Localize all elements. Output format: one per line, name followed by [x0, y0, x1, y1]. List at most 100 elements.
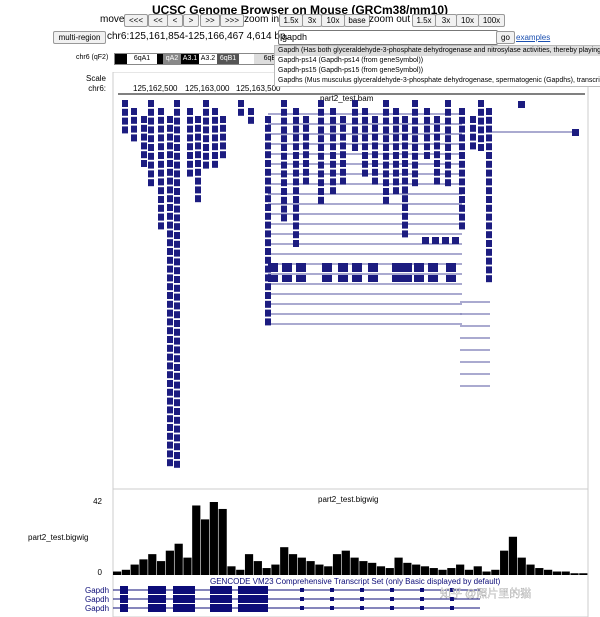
read-block: [174, 117, 180, 125]
zoom-in-1-5x-button[interactable]: 1.5x: [279, 14, 303, 27]
read-block: [281, 144, 287, 151]
transcript-utr: [300, 606, 304, 610]
read-block: [167, 309, 173, 317]
search-input[interactable]: gapdh: [278, 30, 498, 45]
read-block: [167, 283, 173, 291]
read-block: [167, 248, 173, 255]
ideogram-band: A3.1: [181, 54, 199, 64]
read-block: [318, 100, 324, 107]
read-block: [265, 309, 271, 317]
read-block: [158, 160, 164, 168]
zoom-in-3x-button[interactable]: 3x: [302, 14, 322, 27]
read-block: [362, 125, 368, 133]
ideogram-chrom-label: chr6 (qF2): [76, 54, 109, 61]
read-block: [265, 133, 271, 141]
read-block: [293, 222, 299, 230]
move-label: move: [100, 14, 125, 25]
read-block: [174, 188, 180, 195]
read-block: [470, 133, 476, 141]
read-block: [442, 237, 449, 244]
read-block: [393, 116, 399, 124]
read-block: [174, 161, 180, 169]
gencode-transcripts: [113, 586, 480, 612]
bigwig-bar: [456, 564, 465, 575]
read-block: [318, 196, 324, 204]
read-block: [220, 133, 226, 141]
track-image[interactable]: Scale chr6: 125,162,500 125,163,000 125,…: [0, 72, 600, 617]
move-far-right-button[interactable]: >>>: [220, 14, 244, 27]
read-block: [293, 204, 299, 212]
read-block: [372, 177, 378, 185]
read-block: [158, 125, 164, 133]
read-block: [167, 177, 173, 185]
read-block: [459, 169, 465, 177]
read-block: [203, 144, 209, 151]
read-block: [174, 144, 180, 151]
read-block: [167, 432, 173, 440]
ideogram[interactable]: 6qA1 qA2 A3.1 A3.2 6qB1 6qB3: [114, 53, 281, 65]
transcript-exon: [148, 586, 166, 594]
read-block: [174, 293, 180, 301]
read-block: [318, 161, 324, 169]
read-block: [470, 116, 476, 123]
zoom-base-button[interactable]: base: [344, 14, 370, 27]
read-block: [428, 263, 438, 272]
read-block: [167, 292, 173, 299]
transcript-exon: [120, 586, 128, 594]
suggestion-item[interactable]: Gapdh-ps15 (Gapdh-ps15 (from geneSymbol)…: [275, 66, 600, 76]
bigwig-bar: [297, 557, 306, 575]
read-block: [167, 380, 173, 387]
read-block: [452, 237, 459, 244]
move-right-button[interactable]: >: [183, 14, 199, 27]
read-block: [428, 275, 438, 282]
bigwig-bar: [165, 550, 174, 575]
suggestion-item[interactable]: Gapdh-ps14 (Gapdh-ps14 (from geneSymbol)…: [275, 56, 600, 66]
read-block: [212, 152, 218, 159]
zoom-out-3x-button[interactable]: 3x: [435, 14, 457, 27]
read-block: [459, 204, 465, 212]
read-block: [459, 187, 465, 195]
zoom-out-1-5x-button[interactable]: 1.5x: [412, 14, 436, 27]
read-block: [281, 100, 287, 107]
read-block: [486, 275, 492, 283]
read-block: [174, 452, 180, 459]
examples-link[interactable]: examples: [516, 33, 550, 42]
read-block: [268, 263, 278, 272]
ideogram-band: [115, 54, 127, 64]
read-block: [486, 266, 492, 274]
zoom-out-10x-button[interactable]: 10x: [456, 14, 479, 27]
read-block: [174, 214, 180, 222]
read-block: [141, 142, 147, 150]
read-block: [518, 101, 525, 108]
zoom-out-100x-button[interactable]: 100x: [478, 14, 505, 27]
read-block: [486, 108, 492, 115]
read-block: [434, 124, 440, 132]
bigwig-bar: [200, 519, 210, 575]
read-block: [174, 223, 180, 231]
read-block: [340, 133, 346, 141]
read-block: [167, 151, 173, 159]
read-block: [486, 169, 492, 177]
zoom-in-10x-button[interactable]: 10x: [321, 14, 345, 27]
suggestion-item[interactable]: Gapdh (Has both glyceraldehyde-3-phospha…: [275, 46, 600, 56]
suggestion-item[interactable]: Gapdhs (Mus musculus glyceraldehyde-3-ph…: [275, 76, 600, 86]
transcript-utr: [360, 588, 364, 592]
multi-region-button[interactable]: multi-region: [53, 31, 106, 44]
read-block: [362, 116, 368, 124]
go-button[interactable]: go: [496, 31, 515, 44]
read-block: [265, 160, 271, 167]
read-block: [352, 135, 358, 143]
move-far-left-button[interactable]: <<<: [124, 14, 148, 27]
read-block: [293, 187, 299, 195]
move-left-button[interactable]: <: [167, 14, 183, 27]
bigwig-bar: [262, 568, 271, 575]
bigwig-bar: [332, 554, 342, 575]
read-block: [459, 116, 465, 124]
bigwig-bar: [464, 569, 474, 575]
read-block: [383, 196, 389, 204]
read-block: [158, 116, 164, 124]
read-block: [424, 125, 430, 133]
move-right-2-button[interactable]: >>: [200, 14, 220, 27]
move-left-2-button[interactable]: <<: [148, 14, 168, 27]
read-block: [174, 355, 180, 363]
